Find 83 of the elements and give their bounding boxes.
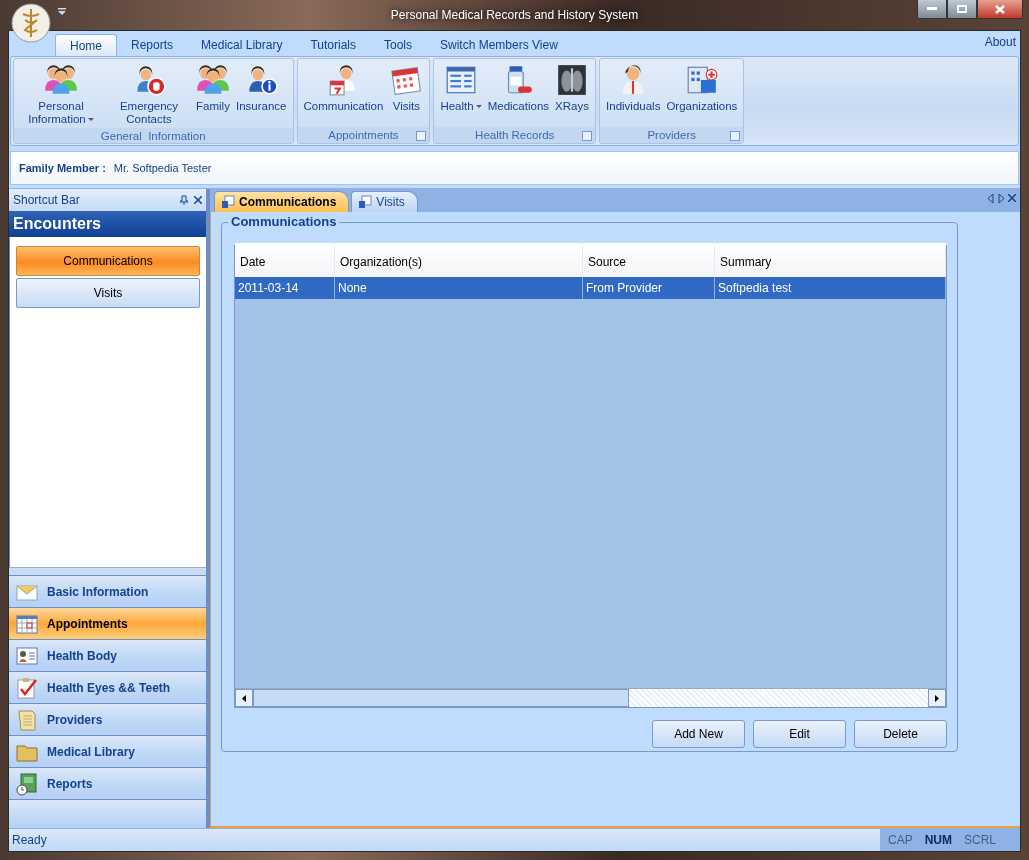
ribbon-button[interactable]: Organizations — [663, 61, 741, 127]
close-icon[interactable] — [1008, 194, 1016, 202]
key-indicator: CAP — [887, 833, 913, 847]
window-icon — [221, 195, 235, 209]
table-cell: 2011-03-14 — [235, 277, 335, 299]
nav-item[interactable]: Reports — [9, 767, 206, 799]
field-label: Family Member : — [19, 162, 106, 174]
button-label: Organizations — [666, 100, 738, 113]
document-tab[interactable]: Visits — [351, 191, 418, 212]
close-button[interactable] — [977, 0, 1023, 19]
table-row[interactable]: 2011-03-14 None From Provider Softpedia test — [235, 277, 946, 299]
button-label: Personal Information — [20, 100, 102, 126]
window-title: Personal Medical Records and History System — [390, 8, 639, 22]
button-label: Communication — [303, 100, 384, 113]
ribbon-button[interactable]: Visits — [386, 61, 427, 127]
ribbon-button[interactable]: XRays — [552, 61, 593, 127]
button-label: Emergency Contacts — [118, 100, 180, 126]
people-icon — [44, 63, 78, 97]
button-label: Individuals — [606, 100, 661, 113]
button-label: XRays — [555, 100, 589, 113]
action-button[interactable]: Edit — [753, 720, 846, 748]
ribbon-button[interactable]: Health — [437, 61, 485, 127]
scroll-right-icon[interactable] — [935, 694, 939, 702]
group-label: Health Records — [475, 129, 555, 141]
document-tab[interactable]: Communications — [214, 191, 350, 212]
ribbon-tab[interactable]: Tools — [370, 34, 426, 56]
maximize-button[interactable] — [947, 0, 977, 19]
splitter-handle[interactable] — [9, 567, 206, 575]
ribbon-button[interactable]: Medications — [484, 61, 553, 127]
book-clock-icon — [15, 771, 39, 796]
group-label: Providers — [647, 129, 696, 141]
minimize-button[interactable] — [917, 0, 947, 19]
status-text: Ready — [11, 833, 48, 847]
minimize-icon — [927, 7, 937, 11]
about-link[interactable]: About — [984, 35, 1016, 49]
family-member-name: Mr. Softpedia Tester — [113, 162, 212, 174]
action-button[interactable]: Delete — [854, 720, 947, 748]
table-cell: Softpedia test — [715, 277, 946, 299]
button-label: Health — [440, 100, 482, 113]
button-label: Insurance — [236, 100, 287, 113]
dropdown-icon[interactable] — [58, 8, 66, 15]
ribbon-button[interactable]: Personal Information — [17, 61, 105, 128]
nav-item[interactable]: Providers — [9, 703, 206, 735]
clipboard-check-icon — [15, 675, 39, 700]
table-cell: None — [335, 277, 583, 299]
nav-item[interactable]: Health Eyes && Teeth — [9, 671, 206, 703]
shortcut-item[interactable]: Communications — [16, 246, 200, 276]
close-icon — [995, 4, 1005, 14]
button-label: Visits — [392, 100, 421, 113]
ribbon-button[interactable]: Emergency Contacts — [105, 61, 193, 128]
group-label: Appointments — [328, 129, 399, 141]
nav-item[interactable]: Appointments — [9, 607, 206, 639]
scroll-left-icon[interactable] — [242, 694, 246, 702]
people-icon — [196, 63, 230, 97]
nav-item[interactable]: Medical Library — [9, 735, 206, 767]
ribbon-tab[interactable]: Medical Library — [187, 34, 297, 56]
document-icon — [15, 707, 39, 732]
ribbon-tab[interactable]: Reports — [117, 34, 188, 56]
button-label: Family — [196, 100, 230, 113]
caduceus-logo[interactable] — [11, 2, 51, 44]
window-icon — [358, 195, 373, 209]
nav-item[interactable]: Basic Information — [9, 575, 206, 607]
button-label: Medications — [487, 100, 550, 113]
section-header: Encounters — [9, 211, 206, 237]
key-indicator: SCRL — [964, 833, 996, 847]
ribbon-button[interactable]: Insurance — [233, 61, 290, 128]
ribbon-button[interactable]: Family — [193, 61, 233, 128]
table-cell: From Provider — [583, 277, 715, 299]
maximize-icon — [957, 5, 967, 13]
key-indicator: NUM — [924, 833, 952, 847]
ribbon-tab[interactable]: Tutorials — [296, 34, 370, 56]
action-button[interactable]: Add New — [652, 720, 745, 748]
shortcut-item[interactable]: Visits — [16, 278, 200, 308]
ribbon-tab[interactable]: Home — [55, 34, 117, 56]
group-title: Communications — [228, 214, 340, 229]
close-icon[interactable] — [194, 196, 202, 204]
horizontal-scrollbar[interactable] — [235, 688, 946, 707]
pane-title: Shortcut Bar — [13, 193, 81, 207]
group-label: General Information — [100, 129, 206, 142]
ribbon-button[interactable]: Communication — [300, 61, 387, 127]
ribbon-button[interactable]: Individuals — [603, 61, 664, 127]
nav-item[interactable]: Health Body — [9, 639, 206, 671]
ribbon-tab[interactable]: Switch Members View — [426, 34, 572, 56]
